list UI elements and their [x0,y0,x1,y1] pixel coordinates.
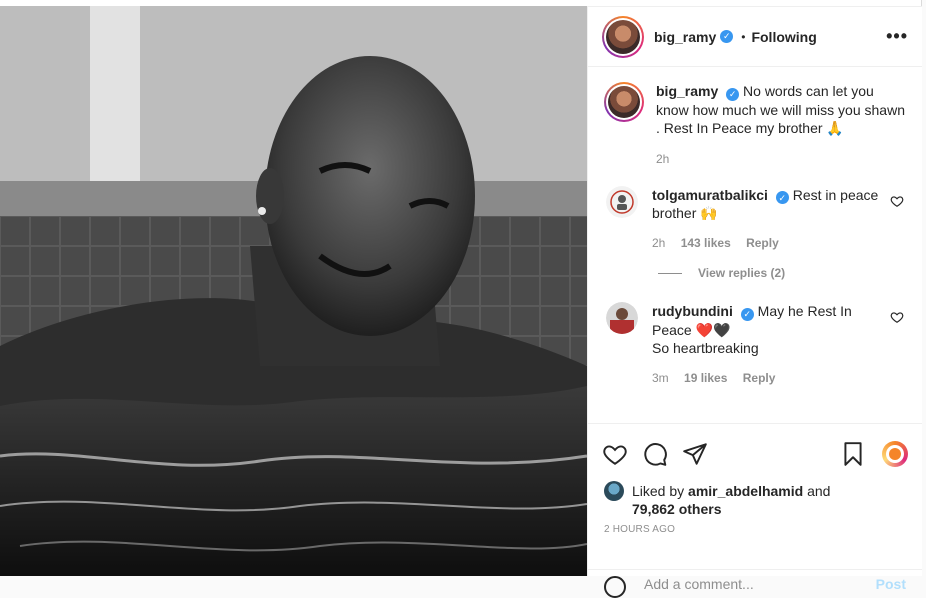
comment-likes[interactable]: 143 likes [681,236,731,250]
verified-badge-icon: ✓ [726,87,740,101]
post-caption: big_ramy ✓ No words can let you know how… [604,68,906,168]
reply-button[interactable]: Reply [743,371,776,385]
likes-summary: Liked by amir_abdelhamid and 79,862 othe… [588,474,922,518]
instagram-ring-icon[interactable] [882,441,908,467]
post-photo[interactable] [0,6,587,576]
post-actions: Liked by amir_abdelhamid and 79,862 othe… [588,423,922,598]
action-bar [588,424,922,474]
photo-artwork [0,6,587,576]
following-button[interactable]: Following [751,29,816,45]
verified-badge-icon: ✓ [720,30,734,43]
more-options-icon[interactable]: ••• [886,26,908,47]
caption-avatar[interactable] [604,82,644,122]
instagram-post: big_ramy ✓ • Following ••• big_ramy ✓ No… [0,0,922,598]
view-replies-button[interactable]: View replies (2) [658,266,906,280]
verified-badge-icon: ✓ [740,307,754,321]
comment-likes[interactable]: 19 likes [684,371,727,385]
post-header: big_ramy ✓ • Following ••• [588,7,922,67]
author-avatar-image [606,19,640,54]
heart-icon[interactable] [602,441,628,467]
comments-list[interactable]: big_ramy ✓ No words can let you know how… [588,68,922,423]
comment-username[interactable]: tolgamuratbalikci [652,187,768,203]
author-username[interactable]: big_ramy [654,29,716,45]
caption-time: 2h [656,151,670,166]
liked-by-prefix: Liked by [632,483,685,499]
post-side-panel: big_ramy ✓ • Following ••• big_ramy ✓ No… [587,6,922,598]
liked-by-and: and [807,483,831,499]
comment-time: 3m [652,370,669,385]
comment-item: rudybundini ✓ May he Rest In Peace ❤️🖤 S… [604,302,906,387]
add-comment-bar: Add a comment... Post [588,569,922,598]
caption-username[interactable]: big_ramy [656,83,718,99]
comment-like-heart-icon[interactable] [890,194,904,208]
comment-bubble-icon[interactable] [642,441,668,467]
author-avatar[interactable] [602,15,644,58]
verified-badge-icon: ✓ [775,191,789,204]
commenter-avatar[interactable] [606,185,638,218]
liker-avatar[interactable] [604,481,624,501]
add-comment-input[interactable]: Add a comment... [644,576,754,592]
reply-button[interactable]: Reply [746,236,779,250]
paper-plane-icon[interactable] [682,441,708,467]
comment-text-line2: So heartbreaking [652,339,759,356]
post-timestamp: 2 HOURS AGO [604,524,676,535]
likes-count[interactable]: 79,862 others [632,501,722,517]
post-comment-button[interactable]: Post [876,576,906,592]
commenter-avatar[interactable] [606,302,638,334]
bookmark-icon[interactable] [840,441,866,467]
comment-like-heart-icon[interactable] [890,310,904,324]
liked-by-user[interactable]: amir_abdelhamid [688,483,803,499]
header-separator: • [741,29,746,44]
comment-username[interactable]: rudybundini [652,303,733,319]
emoji-icon[interactable] [604,576,626,598]
comment-time: 2h [652,236,666,250]
comment-item: tolgamuratbalikci ✓ Rest in peace brothe… [604,185,906,253]
